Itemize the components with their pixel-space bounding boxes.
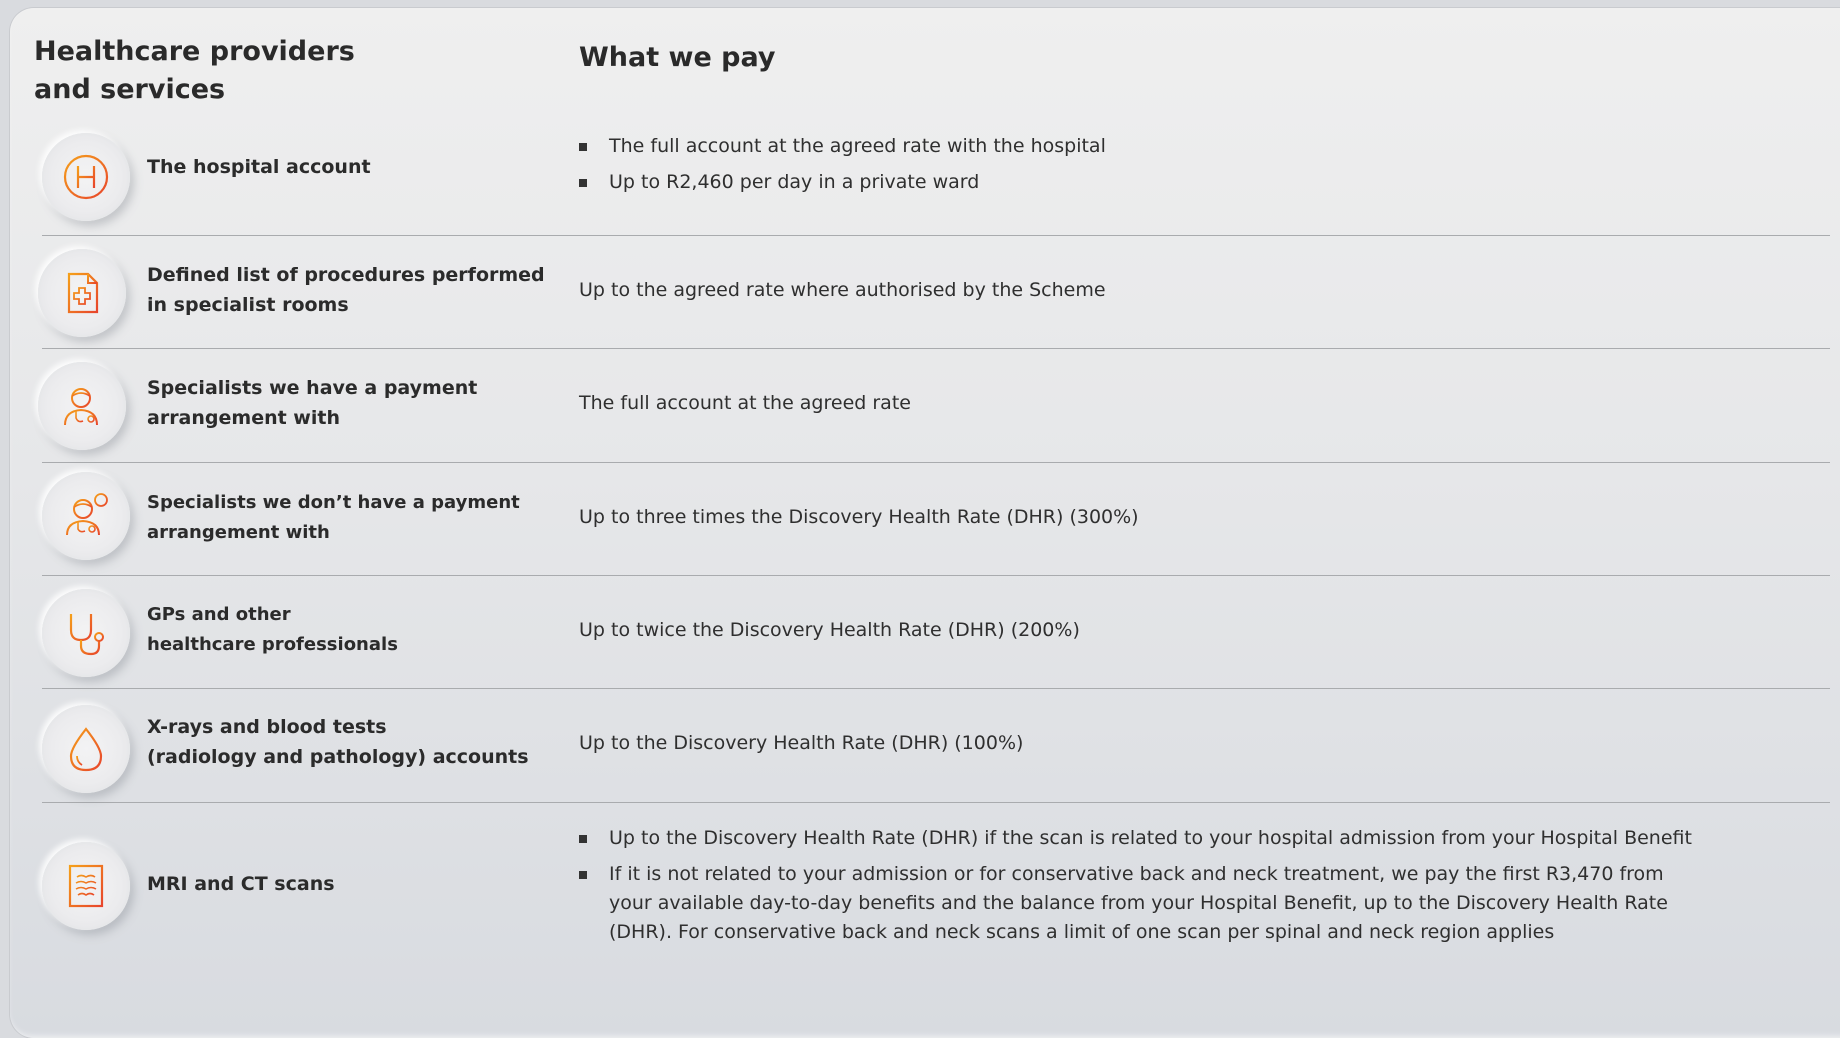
label-specialists-arrangement: Specialists we have a payment arrangemen…: [147, 377, 478, 429]
what-we-pay-heading: What we pay: [579, 42, 776, 73]
providers-heading: Healthcare providers and services: [34, 36, 355, 105]
pay-specialists-no-arrangement: Up to three times the Discovery Health R…: [579, 506, 1139, 528]
benefit-row-radiology-pathology: X-rays and blood tests (radiology and pa…: [42, 688, 1830, 803]
pay-mri-ct: Up to the Discovery Health Rate (DHR) if…: [579, 824, 1699, 954]
benefit-row-mri-ct: MRI and CT scans Up to the Discovery Hea…: [42, 802, 1830, 972]
pay-bullet: Up to R2,460 per day in a private ward: [579, 168, 1699, 197]
label-specialists-no-arrangement: Specialists we don’t have a payment arra…: [147, 492, 520, 543]
pay-gps: Up to twice the Discovery Health Rate (D…: [579, 619, 1080, 641]
hospital-icon: [42, 133, 130, 221]
benefit-row-hospital-account: The hospital account The full account at…: [42, 117, 1830, 236]
benefit-row-specialists-arrangement: Specialists we have a payment arrangemen…: [38, 348, 1830, 463]
benefit-row-specialist-procedures: Defined list of procedures performed in …: [38, 235, 1830, 349]
blood-drop-icon: [42, 705, 130, 793]
medical-document-icon: [38, 249, 126, 337]
pay-bullet: Up to the Discovery Health Rate (DHR) if…: [579, 824, 1699, 853]
benefit-row-specialists-no-arrangement: Specialists we don’t have a payment arra…: [42, 462, 1830, 576]
label-gps: GPs and other healthcare professionals: [147, 604, 398, 655]
label-radiology-pathology: X-rays and blood tests (radiology and pa…: [147, 716, 529, 768]
pay-bullet: If it is not related to your admission o…: [579, 860, 1699, 947]
pay-bullet: The full account at the agreed rate with…: [579, 132, 1699, 161]
pay-radiology-pathology: Up to the Discovery Health Rate (DHR) (1…: [579, 732, 1024, 754]
doctor-minus-icon: [42, 472, 130, 560]
stethoscope-icon: [42, 589, 130, 677]
doctor-icon: [38, 362, 126, 450]
benefit-row-gps: GPs and other healthcare professionals U…: [42, 575, 1830, 689]
pay-specialist-procedures: Up to the agreed rate where authorised b…: [579, 279, 1106, 301]
pay-specialists-arrangement: The full account at the agreed rate: [579, 392, 911, 414]
pay-hospital-account: The full account at the agreed rate with…: [579, 132, 1699, 204]
label-mri-ct: MRI and CT scans: [147, 873, 335, 895]
scan-icon: [42, 842, 130, 930]
label-hospital-account: The hospital account: [147, 156, 371, 178]
label-specialist-procedures: Defined list of procedures performed in …: [147, 264, 545, 316]
